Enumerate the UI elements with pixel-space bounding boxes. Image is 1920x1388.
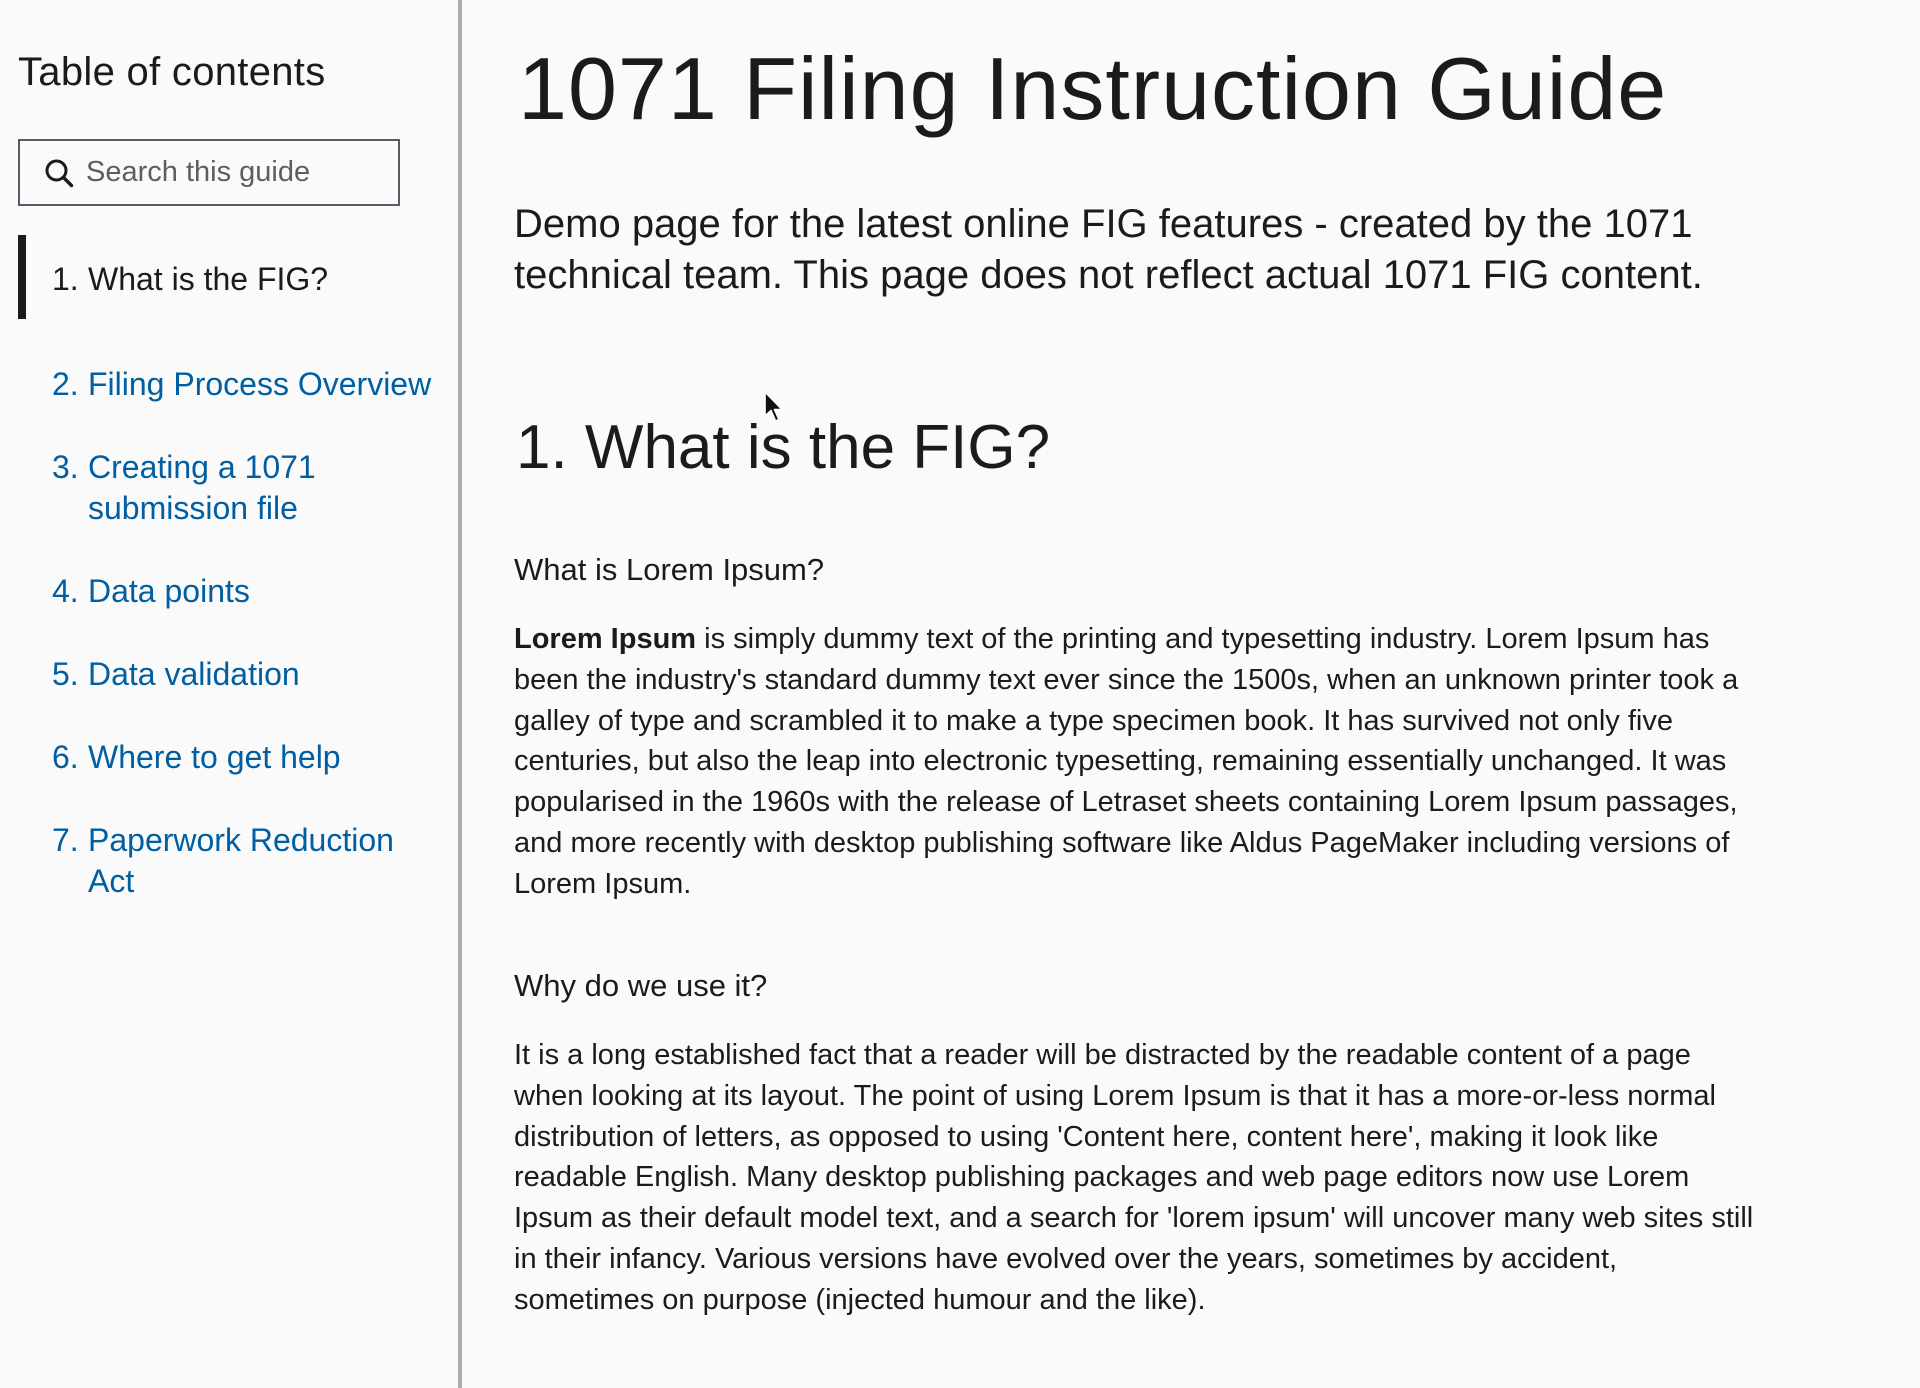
toc-link[interactable]: 5. Data validation <box>52 654 438 695</box>
toc-label: Data points <box>88 573 250 609</box>
toc-label: Filing Process Overview <box>88 366 432 402</box>
toc-number: 2. <box>52 366 79 402</box>
toc-number: 3. <box>52 449 79 485</box>
paragraph-why-do-we-use-it: It is a long established fact that a rea… <box>514 1039 1754 1316</box>
search-icon <box>42 156 76 190</box>
toc-link[interactable]: 6. Where to get help <box>52 737 438 778</box>
toc-label: Where to get help <box>88 739 341 775</box>
main-content: 1071 Filing Instruction Guide Demo page … <box>514 0 1754 1388</box>
toc-item-where-to-get-help[interactable]: 6. Where to get help <box>18 737 438 778</box>
search-box[interactable] <box>18 139 400 206</box>
toc-link[interactable]: 2. Filing Process Overview <box>52 364 438 405</box>
toc-item-filing-process-overview[interactable]: 2. Filing Process Overview <box>18 364 438 405</box>
paragraph-what-is-lorem-ipsum: Lorem Ipsum is simply dummy text of the … <box>514 619 1764 905</box>
toc-item-data-points[interactable]: 4. Data points <box>18 571 438 612</box>
toc-number: 1. <box>52 261 79 297</box>
subsection-heading-why-do-we-use-it: Why do we use it? <box>514 968 768 1003</box>
sidebar: Table of contents 1. What is the FIG? 2. <box>0 0 458 1388</box>
toc-number: 6. <box>52 739 79 775</box>
toc-label: Creating a 1071 submission file <box>88 449 316 526</box>
toc-number: 7. <box>52 822 79 858</box>
toc-item-data-validation[interactable]: 5. Data validation <box>18 654 438 695</box>
toc-list: 1. What is the FIG? 2. Filing Process Ov… <box>18 235 438 944</box>
intro-text: Demo page for the latest online FIG feat… <box>514 202 1703 297</box>
toc-label: Paperwork Reduction Act <box>88 822 394 899</box>
toc-title: Table of contents <box>18 50 326 94</box>
bold-lead-text: Lorem Ipsum <box>514 623 697 655</box>
search-input[interactable] <box>86 156 376 189</box>
paragraph-text: is simply dummy text of the printing and… <box>514 623 1739 900</box>
toc-item-creating-submission-file[interactable]: 3. Creating a 1071 submission file <box>18 447 438 529</box>
page-title: 1071 Filing Instruction Guide <box>518 39 1668 138</box>
sidebar-divider[interactable] <box>458 0 462 1388</box>
mouse-cursor-icon <box>764 391 783 422</box>
toc-label: Data validation <box>88 656 300 692</box>
toc-link[interactable]: 1. What is the FIG? <box>52 238 438 322</box>
toc-number: 4. <box>52 573 79 609</box>
toc-link[interactable]: 4. Data points <box>52 571 438 612</box>
toc-number: 5. <box>52 656 79 692</box>
toc-item-what-is-the-fig[interactable]: 1. What is the FIG? <box>18 235 438 322</box>
page: Table of contents 1. What is the FIG? 2. <box>0 0 1920 1388</box>
toc-label: What is the FIG? <box>88 261 329 297</box>
toc-item-paperwork-reduction-act[interactable]: 7. Paperwork Reduction Act <box>18 820 438 902</box>
toc-link[interactable]: 7. Paperwork Reduction Act <box>52 820 438 902</box>
toc-link[interactable]: 3. Creating a 1071 submission file <box>52 447 438 529</box>
subsection-heading-what-is-lorem-ipsum: What is Lorem Ipsum? <box>514 552 825 587</box>
